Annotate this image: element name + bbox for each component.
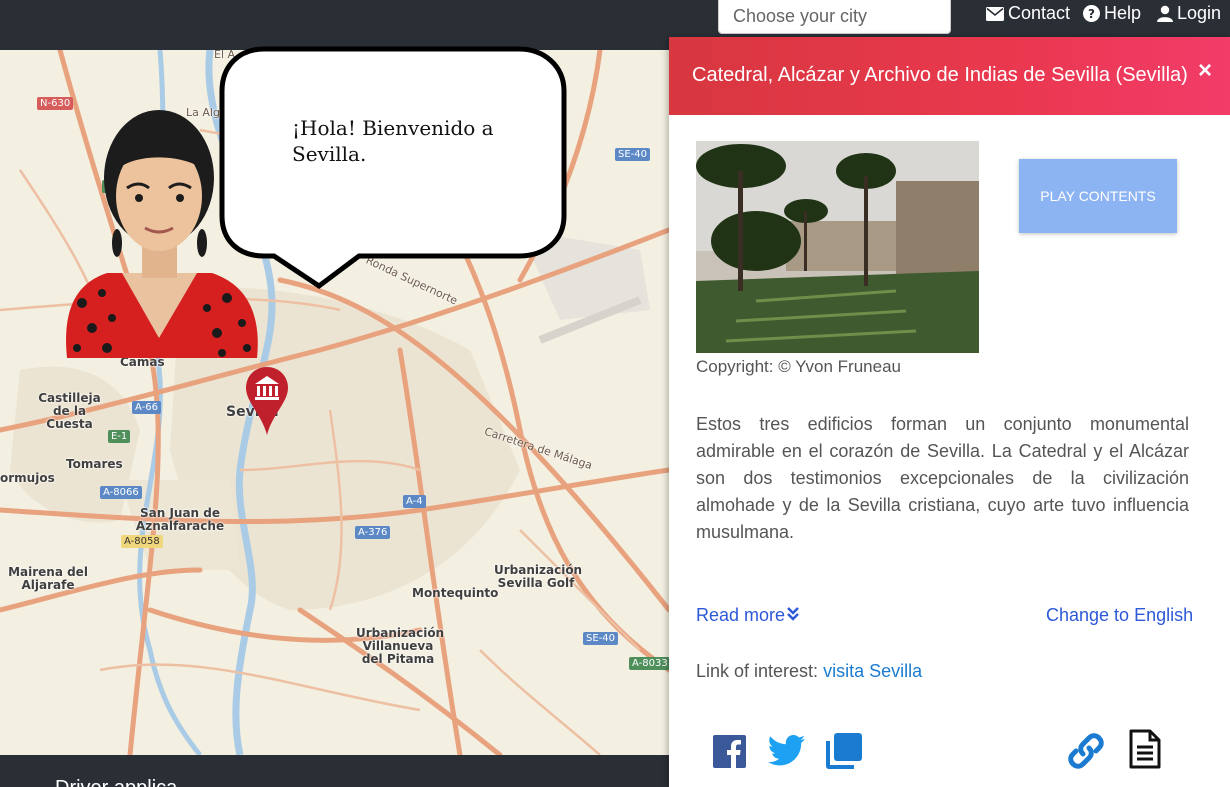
road-shield-e1: E-1	[108, 430, 131, 443]
contact-link[interactable]: Contact	[986, 3, 1070, 24]
visita-sevilla-link[interactable]: visita Sevilla	[823, 661, 922, 681]
map-label-mairena: Mairena del Aljarafe	[8, 565, 88, 592]
read-more-link[interactable]: Read more	[696, 605, 799, 626]
map-label-montequinto: Montequinto	[412, 586, 499, 600]
road-shield-a8058: A-8058	[121, 535, 163, 548]
login-link[interactable]: Login	[1157, 3, 1221, 24]
login-label: Login	[1177, 3, 1222, 23]
help-label: Help	[1104, 3, 1142, 23]
svg-text:?: ?	[1088, 7, 1095, 21]
link-icon[interactable]	[1066, 731, 1106, 771]
play-contents-button[interactable]: PLAY CONTENTS	[1019, 159, 1177, 233]
road-shield-a8033: A-8033	[629, 657, 669, 670]
question-icon: ?	[1083, 5, 1100, 22]
map-label-san-juan: San Juan de Aznalfarache	[135, 506, 225, 533]
panel-title: Catedral, Alcázar y Archivo de Indias de…	[692, 64, 1188, 86]
panel-header: Catedral, Alcázar y Archivo de Indias de…	[669, 37, 1230, 115]
road-shield-a8066: A-8066	[100, 486, 142, 499]
chevron-double-down-icon	[787, 605, 799, 626]
copy-icon[interactable]	[826, 733, 862, 769]
map-label-urb-villanueva: Urbanización Villanueva del Pitama	[356, 626, 445, 666]
help-link[interactable]: ? Help	[1083, 3, 1141, 24]
contact-label: Contact	[1008, 3, 1071, 23]
speech-bubble	[219, 46, 567, 290]
map-label-urb-golf: Urbanización Sevilla Golf	[494, 563, 583, 590]
map-label-bormujos: ormujos	[0, 471, 55, 485]
monument-description: Estos tres edificios forman un conjunto …	[696, 414, 1189, 542]
link-of-interest: Link of interest: visita Sevilla	[696, 661, 922, 682]
user-icon	[1157, 5, 1173, 22]
map-label-tomares: Tomares	[66, 457, 123, 471]
monument-photo	[696, 141, 979, 353]
photo-copyright: Copyright: © Yvon Fruneau	[696, 357, 901, 376]
speech-bubble-text: ¡Hola! Bienvenido a Sevilla.	[292, 116, 494, 166]
change-language-link[interactable]: Change to English	[1046, 605, 1193, 626]
map-label-castilleja: Castilleja de la Cuesta	[38, 391, 101, 431]
info-panel: Catedral, Alcázar y Archivo de Indias de…	[669, 37, 1230, 787]
road-shield-a376: A-376	[355, 526, 391, 539]
city-search-input[interactable]	[718, 0, 951, 34]
twitter-icon[interactable]	[768, 735, 805, 766]
map-footer: Driver applica...	[0, 755, 669, 787]
close-icon[interactable]: ×	[1198, 57, 1212, 85]
footer-text: Driver applica...	[55, 777, 194, 787]
road-shield-a4: A-4	[403, 495, 426, 508]
road-shield-se40-bottom: SE-40	[583, 632, 618, 645]
museum-pin-icon[interactable]	[246, 367, 288, 435]
envelope-icon	[986, 6, 1004, 21]
read-more-label: Read more	[696, 605, 786, 625]
road-shield-se40-top: SE-40	[615, 148, 650, 161]
document-icon[interactable]	[1129, 729, 1161, 769]
link-of-interest-label: Link of interest:	[696, 661, 819, 681]
road-shield-a66: A-66	[132, 401, 161, 414]
facebook-icon[interactable]	[713, 735, 746, 768]
